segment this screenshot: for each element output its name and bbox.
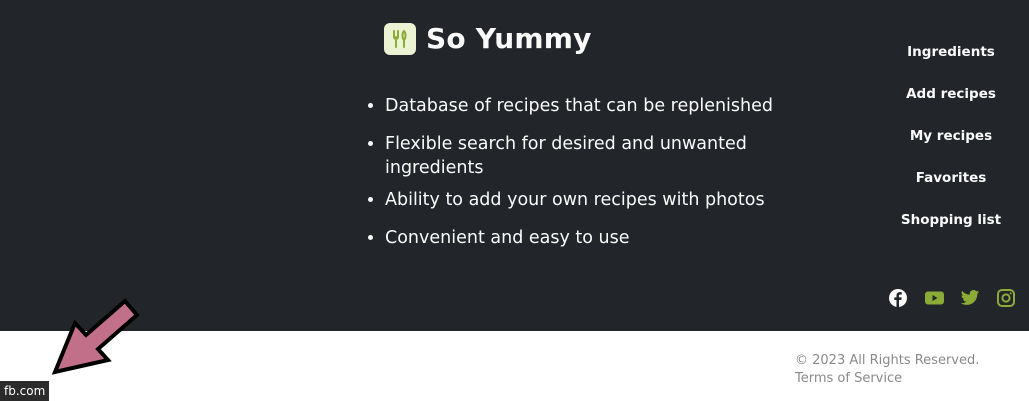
- instagram-icon[interactable]: [996, 288, 1016, 308]
- footer-nav: Ingredients Add recipes My recipes Favor…: [880, 42, 1022, 252]
- nav-favorites[interactable]: Favorites: [880, 168, 1022, 210]
- fork-knife-icon: [384, 22, 416, 55]
- terms-link[interactable]: Terms of Service: [795, 370, 902, 388]
- brand-name: So Yummy: [426, 22, 592, 55]
- logo[interactable]: So Yummy: [384, 22, 592, 55]
- facebook-icon[interactable]: [888, 288, 908, 308]
- copyright-text: © 2023 All Rights Reserved.: [795, 353, 980, 368]
- feature-item: Database of recipes that can be replenis…: [385, 94, 785, 118]
- feature-item: Ability to add your own recipes with pho…: [385, 188, 785, 212]
- nav-ingredients[interactable]: Ingredients: [880, 42, 1022, 84]
- feature-item: Flexible search for desired and unwanted…: [385, 132, 785, 180]
- pointer-arrow-icon: [51, 298, 140, 375]
- link-url-tooltip: fb.com: [0, 381, 50, 401]
- youtube-icon[interactable]: [924, 288, 945, 308]
- footer: So Yummy Database of recipes that can be…: [0, 0, 1029, 331]
- nav-my-recipes[interactable]: My recipes: [880, 126, 1022, 168]
- nav-add-recipes[interactable]: Add recipes: [880, 84, 1022, 126]
- nav-shopping-list[interactable]: Shopping list: [880, 210, 1022, 252]
- copyright-bar: © 2023 All Rights Reserved. Terms of Ser…: [795, 352, 1025, 388]
- feature-list: Database of recipes that can be replenis…: [367, 94, 785, 264]
- feature-item: Convenient and easy to use: [385, 226, 785, 250]
- twitter-icon[interactable]: [960, 288, 980, 308]
